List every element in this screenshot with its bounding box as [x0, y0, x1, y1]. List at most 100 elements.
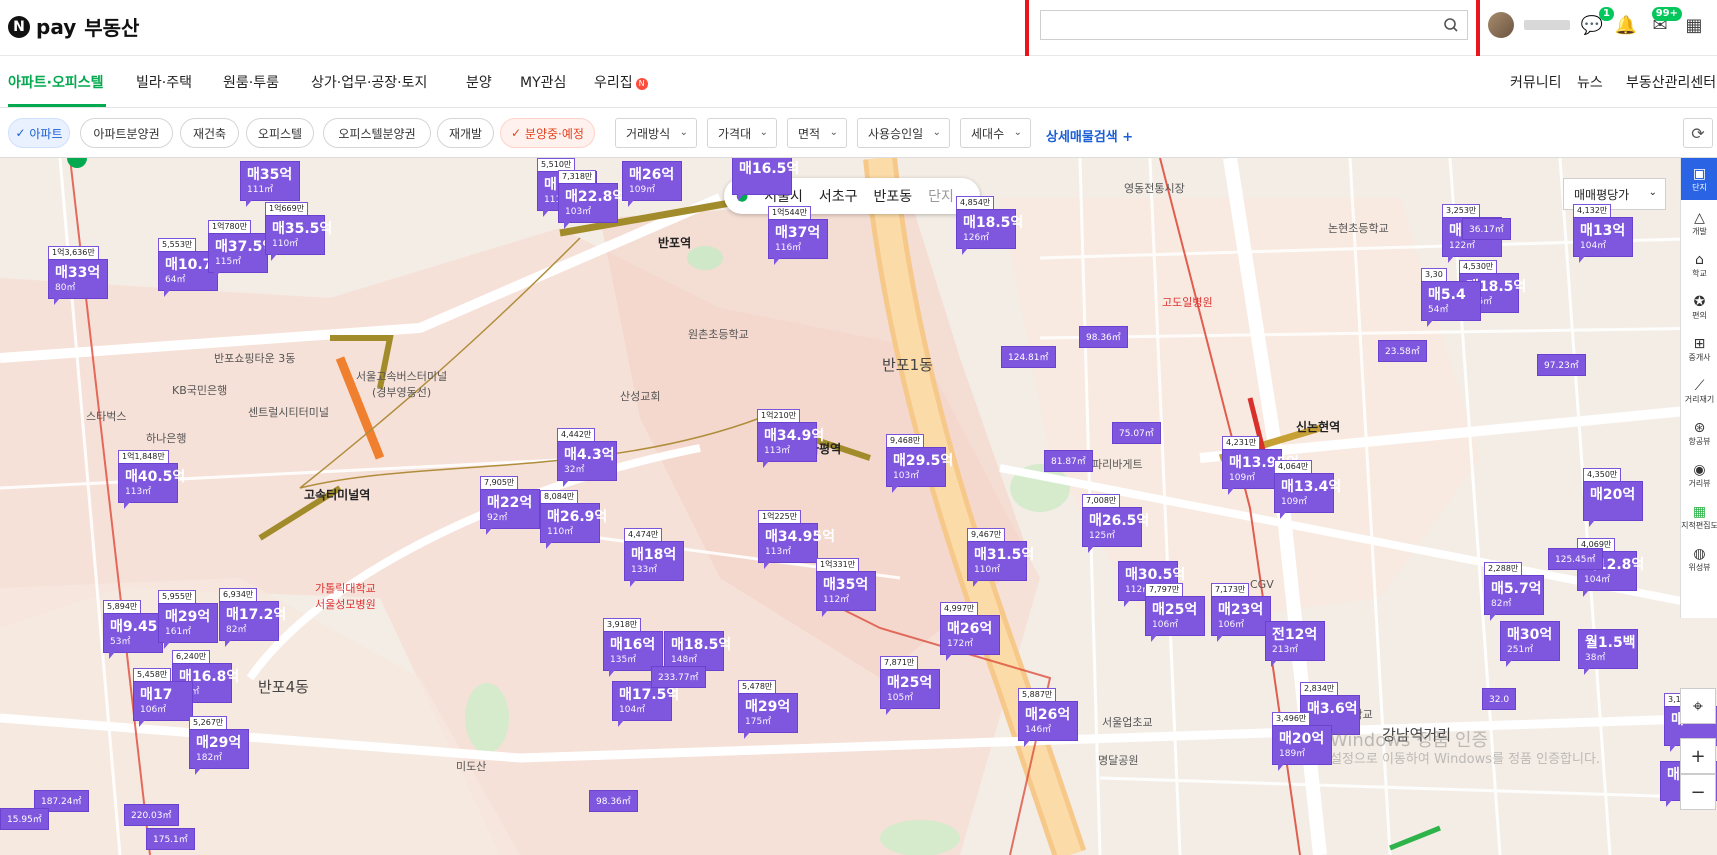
listing-marker[interactable]: 1억225만 매34.95억 113㎡ — [758, 510, 835, 569]
tab-presale[interactable]: 분양 — [466, 72, 492, 92]
area-marker[interactable]: 32.0 — [1482, 688, 1517, 710]
dropdown-area[interactable]: 면적 ⌄ — [787, 118, 847, 148]
my-location-icon[interactable]: ⌖ — [1680, 688, 1716, 724]
tool-street[interactable]: ◉ 거리뷰 — [1681, 454, 1717, 496]
listing-marker[interactable]: 7,905만 매22억 92㎡ — [480, 476, 540, 535]
apps-grid-icon[interactable]: ▦ — [1682, 13, 1706, 37]
listing-marker[interactable]: 4,231만 매13.95억 109㎡ — [1222, 436, 1299, 495]
listing-marker[interactable]: 7,008만 매26.5억 125㎡ — [1082, 494, 1149, 553]
crumb-dong[interactable]: 반포동 — [874, 186, 913, 206]
area-marker[interactable]: 36.17㎡ — [1462, 218, 1511, 240]
listing-marker[interactable]: 4,474만 매18억 133㎡ — [624, 528, 684, 587]
tab-apartment-officetel[interactable]: 아파트·오피스텔 — [8, 72, 103, 92]
chat-icon[interactable]: 💬 1 — [1580, 7, 1614, 37]
area-marker[interactable]: 98.36㎡ — [1079, 326, 1128, 348]
tool-school[interactable]: ⌂ 학교 — [1681, 244, 1717, 286]
listing-marker[interactable]: 4,064만 매13.4억 109㎡ — [1274, 460, 1341, 519]
area-marker[interactable]: 75.07㎡ — [1112, 422, 1161, 444]
tool-development[interactable]: △ 개발 — [1681, 202, 1717, 244]
listing-marker[interactable]: 매35억 111㎡ — [240, 158, 300, 207]
listing-marker[interactable]: 5,887만 매26억 146㎡ — [1018, 688, 1078, 747]
listing-marker[interactable]: 7,318만 매22.8억 103㎡ — [558, 170, 625, 229]
listing-marker[interactable]: 월1.5백 38㎡ — [1578, 616, 1638, 675]
area-marker[interactable]: 175.1㎡ — [146, 828, 195, 850]
tool-satellite[interactable]: ◍ 위성뷰 — [1681, 538, 1717, 580]
chip-reconstruction[interactable]: 재건축 — [180, 118, 239, 148]
listing-marker[interactable]: 5,894만 매9.45억 53㎡ — [103, 600, 170, 659]
area-marker[interactable]: 23.58㎡ — [1378, 340, 1427, 362]
tool-distance[interactable]: ⟋ 거리재기 — [1681, 370, 1717, 412]
nav-news[interactable]: 뉴스 — [1577, 72, 1603, 92]
listing-marker[interactable]: 1억3,636만 매33억 80㎡ — [48, 246, 108, 305]
area-marker[interactable]: 97.23㎡ — [1537, 354, 1586, 376]
listing-marker[interactable]: 4,442만 매4.3억 32㎡ — [557, 428, 617, 487]
bell-icon[interactable]: 🔔 — [1614, 13, 1638, 37]
listing-marker[interactable]: 7,797만 매25억 106㎡ — [1145, 583, 1205, 642]
mail-icon[interactable]: ✉ 99+ — [1648, 7, 1682, 37]
listing-marker[interactable]: 9,467만 매31.5억 110㎡ — [967, 528, 1034, 587]
chip-officetel-presale-right[interactable]: 오피스텔분양권 — [323, 118, 431, 148]
tool-agents[interactable]: ⊞ 중개사 — [1681, 328, 1717, 370]
area-marker[interactable]: 233.77㎡ — [651, 666, 706, 688]
tab-my-interest[interactable]: MY관심 — [520, 72, 566, 92]
listing-marker[interactable]: 전12억 213㎡ — [1265, 608, 1325, 667]
listing-marker[interactable]: 7,173만 매23억 106㎡ — [1211, 583, 1271, 642]
tool-aerial[interactable]: ⊛ 항공뷰 — [1681, 412, 1717, 454]
search-input[interactable] — [1041, 11, 1431, 39]
listing-marker[interactable]: 1억1,848만 매40.5억 113㎡ — [118, 450, 185, 509]
tool-cadastral[interactable]: ▦ 지적편집도 — [1681, 496, 1717, 538]
dropdown-approval-date[interactable]: 사용승인일 ⌄ — [857, 118, 950, 148]
tab-oneroom[interactable]: 원룸·투룸 — [223, 72, 279, 92]
detail-search-button[interactable]: 상세매물검색 + — [1046, 126, 1133, 145]
listing-marker[interactable]: 5,955만 매29억 161㎡ — [158, 590, 218, 649]
listing-marker[interactable]: 매26억 109㎡ — [622, 158, 682, 207]
nav-community[interactable]: 커뮤니티 — [1510, 72, 1562, 92]
listing-marker[interactable]: 매18.5억 148㎡ — [664, 618, 731, 677]
refresh-icon[interactable]: ⟳ — [1683, 118, 1713, 148]
tab-villa-house[interactable]: 빌라·주택 — [136, 72, 192, 92]
listing-marker[interactable]: 3,496만 매20억 189㎡ — [1272, 712, 1332, 771]
dropdown-price[interactable]: 가격대 ⌄ — [707, 118, 777, 148]
dropdown-trade-type[interactable]: 거래방식 ⌄ — [615, 118, 697, 148]
listing-marker[interactable]: 1억331만 매35억 112㎡ — [816, 558, 876, 617]
tab-my-home[interactable]: 우리집 N — [594, 72, 648, 92]
listing-marker[interactable]: 9,468만 매29.5억 103㎡ — [886, 434, 953, 493]
area-marker[interactable]: 98.36㎡ — [589, 790, 638, 812]
chip-apartment-presale-right[interactable]: 아파트분양권 — [80, 118, 173, 148]
tool-convenience[interactable]: ✪ 편의 — [1681, 286, 1717, 328]
area-marker[interactable]: 220.03㎡ — [124, 804, 179, 826]
listing-marker[interactable]: 6,934만 매17.2억 82㎡ — [219, 588, 286, 647]
listing-marker[interactable]: 4,997만 매26억 172㎡ — [940, 602, 1000, 661]
avatar[interactable] — [1488, 12, 1514, 38]
listing-marker[interactable]: 4,132만 매13억 104㎡ — [1573, 204, 1633, 263]
area-marker[interactable]: 125.45㎡ — [1548, 548, 1603, 570]
username-blurred[interactable] — [1524, 20, 1570, 30]
listing-marker[interactable]: 매16.5억 — [732, 158, 799, 201]
search-box[interactable] — [1040, 10, 1468, 40]
chip-redevelopment[interactable]: 재개발 — [437, 118, 494, 148]
zoom-in-icon[interactable]: + — [1680, 738, 1716, 774]
listing-marker[interactable]: 8,084만 매26.9억 110㎡ — [540, 490, 607, 549]
dropdown-households[interactable]: 세대수 ⌄ — [960, 118, 1031, 148]
area-marker[interactable]: 81.87㎡ — [1044, 450, 1093, 472]
listing-marker[interactable]: 4,350만 매20억 — [1583, 468, 1643, 527]
tab-commercial[interactable]: 상가·업무·공장·토지 — [311, 72, 427, 92]
crumb-district[interactable]: 서초구 — [819, 186, 858, 206]
listing-marker[interactable]: 1억780만 매37.5억 115㎡ — [208, 220, 275, 279]
listing-marker[interactable]: 매30억 251㎡ — [1500, 608, 1560, 667]
listing-marker[interactable]: 1억210만 매34.9억 113㎡ — [757, 409, 824, 468]
tool-complex[interactable]: ▣ 단지 — [1681, 158, 1717, 200]
area-marker[interactable]: 124.81㎡ — [1001, 346, 1056, 368]
chip-apartment[interactable]: ✓ 아파트 — [8, 118, 70, 148]
chip-officetel[interactable]: 오피스텔 — [246, 118, 314, 148]
listing-marker[interactable]: 1억544만 매37억 116㎡ — [768, 206, 828, 265]
listing-marker[interactable]: 4,854만 매18.5억 126㎡ — [956, 196, 1023, 255]
search-icon[interactable] — [1443, 17, 1459, 33]
chip-presale-ongoing[interactable]: ✓ 분양중·예정 — [500, 118, 595, 148]
listing-marker[interactable]: 3,30 매5.4 54㎡ — [1421, 268, 1481, 327]
zoom-out-icon[interactable]: − — [1680, 774, 1716, 810]
listing-marker[interactable]: 5,267만 매29억 182㎡ — [189, 716, 249, 775]
listing-marker[interactable]: 5,458만 매17 106㎡ — [133, 668, 193, 727]
map[interactable]: 반포1동 반포4동 강남역거리 반포역 고속터미널역 신논현역 사평역 서울고속… — [0, 158, 1717, 855]
nav-agent-center[interactable]: 부동산관리센터 — [1626, 72, 1716, 92]
